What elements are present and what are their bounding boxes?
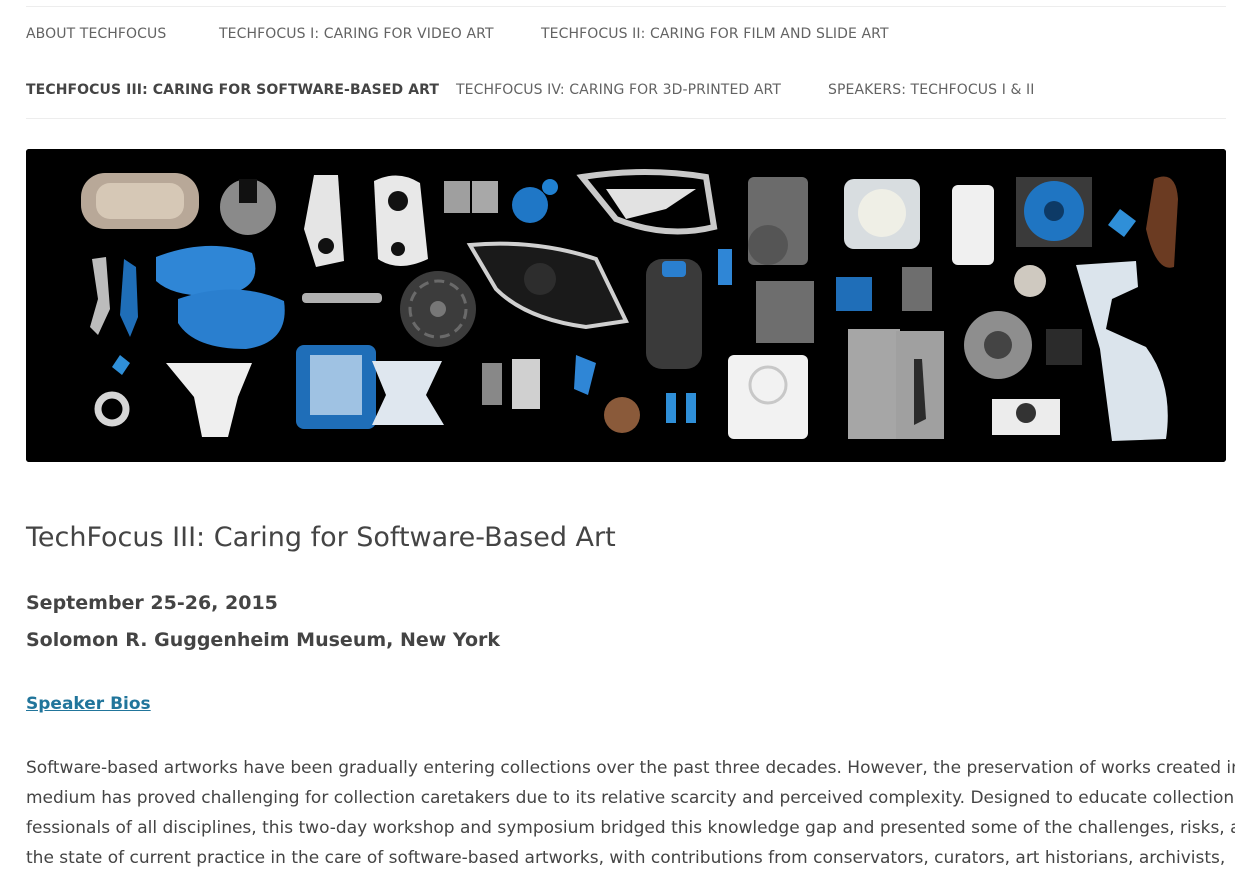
3d-printed-objects-photo [26,149,1226,462]
nav-techfocus-1[interactable]: TECHFOCUS I: CARING FOR VIDEO ART [219,26,494,42]
event-venue: Solomon R. Guggenheim Museum, New York [26,629,500,651]
speaker-bios-link[interactable]: Speaker Bios [26,694,151,714]
nav-techfocus-4[interactable]: TECHFOCUS IV: CARING FOR 3D-PRINTED ART [456,82,781,98]
header-banner-image [26,149,1226,462]
paragraph-line: medium has proved challenging for collec… [26,788,1235,808]
main-navigation: ABOUT TECHFOCUS TECHFOCUS I: CARING FOR … [26,6,1226,119]
nav-about-techfocus[interactable]: ABOUT TECHFOCUS [26,26,166,42]
paragraph-line: the state of current practice in the car… [26,848,1226,868]
paragraph-line: Software-based artworks have been gradua… [26,758,1235,778]
nav-speakers[interactable]: SPEAKERS: TECHFOCUS I & II [828,82,1035,98]
paragraph-line: fessionals of all disciplines, this two-… [26,818,1235,838]
page-title: TechFocus III: Caring for Software-Based… [26,522,616,553]
nav-techfocus-3[interactable]: TECHFOCUS III: CARING FOR SOFTWARE-BASED… [26,82,439,98]
intro-paragraph: Software-based artworks have been gradua… [26,753,1235,873]
event-date: September 25-26, 2015 [26,592,278,614]
nav-techfocus-2[interactable]: TECHFOCUS II: CARING FOR FILM AND SLIDE … [541,26,889,42]
